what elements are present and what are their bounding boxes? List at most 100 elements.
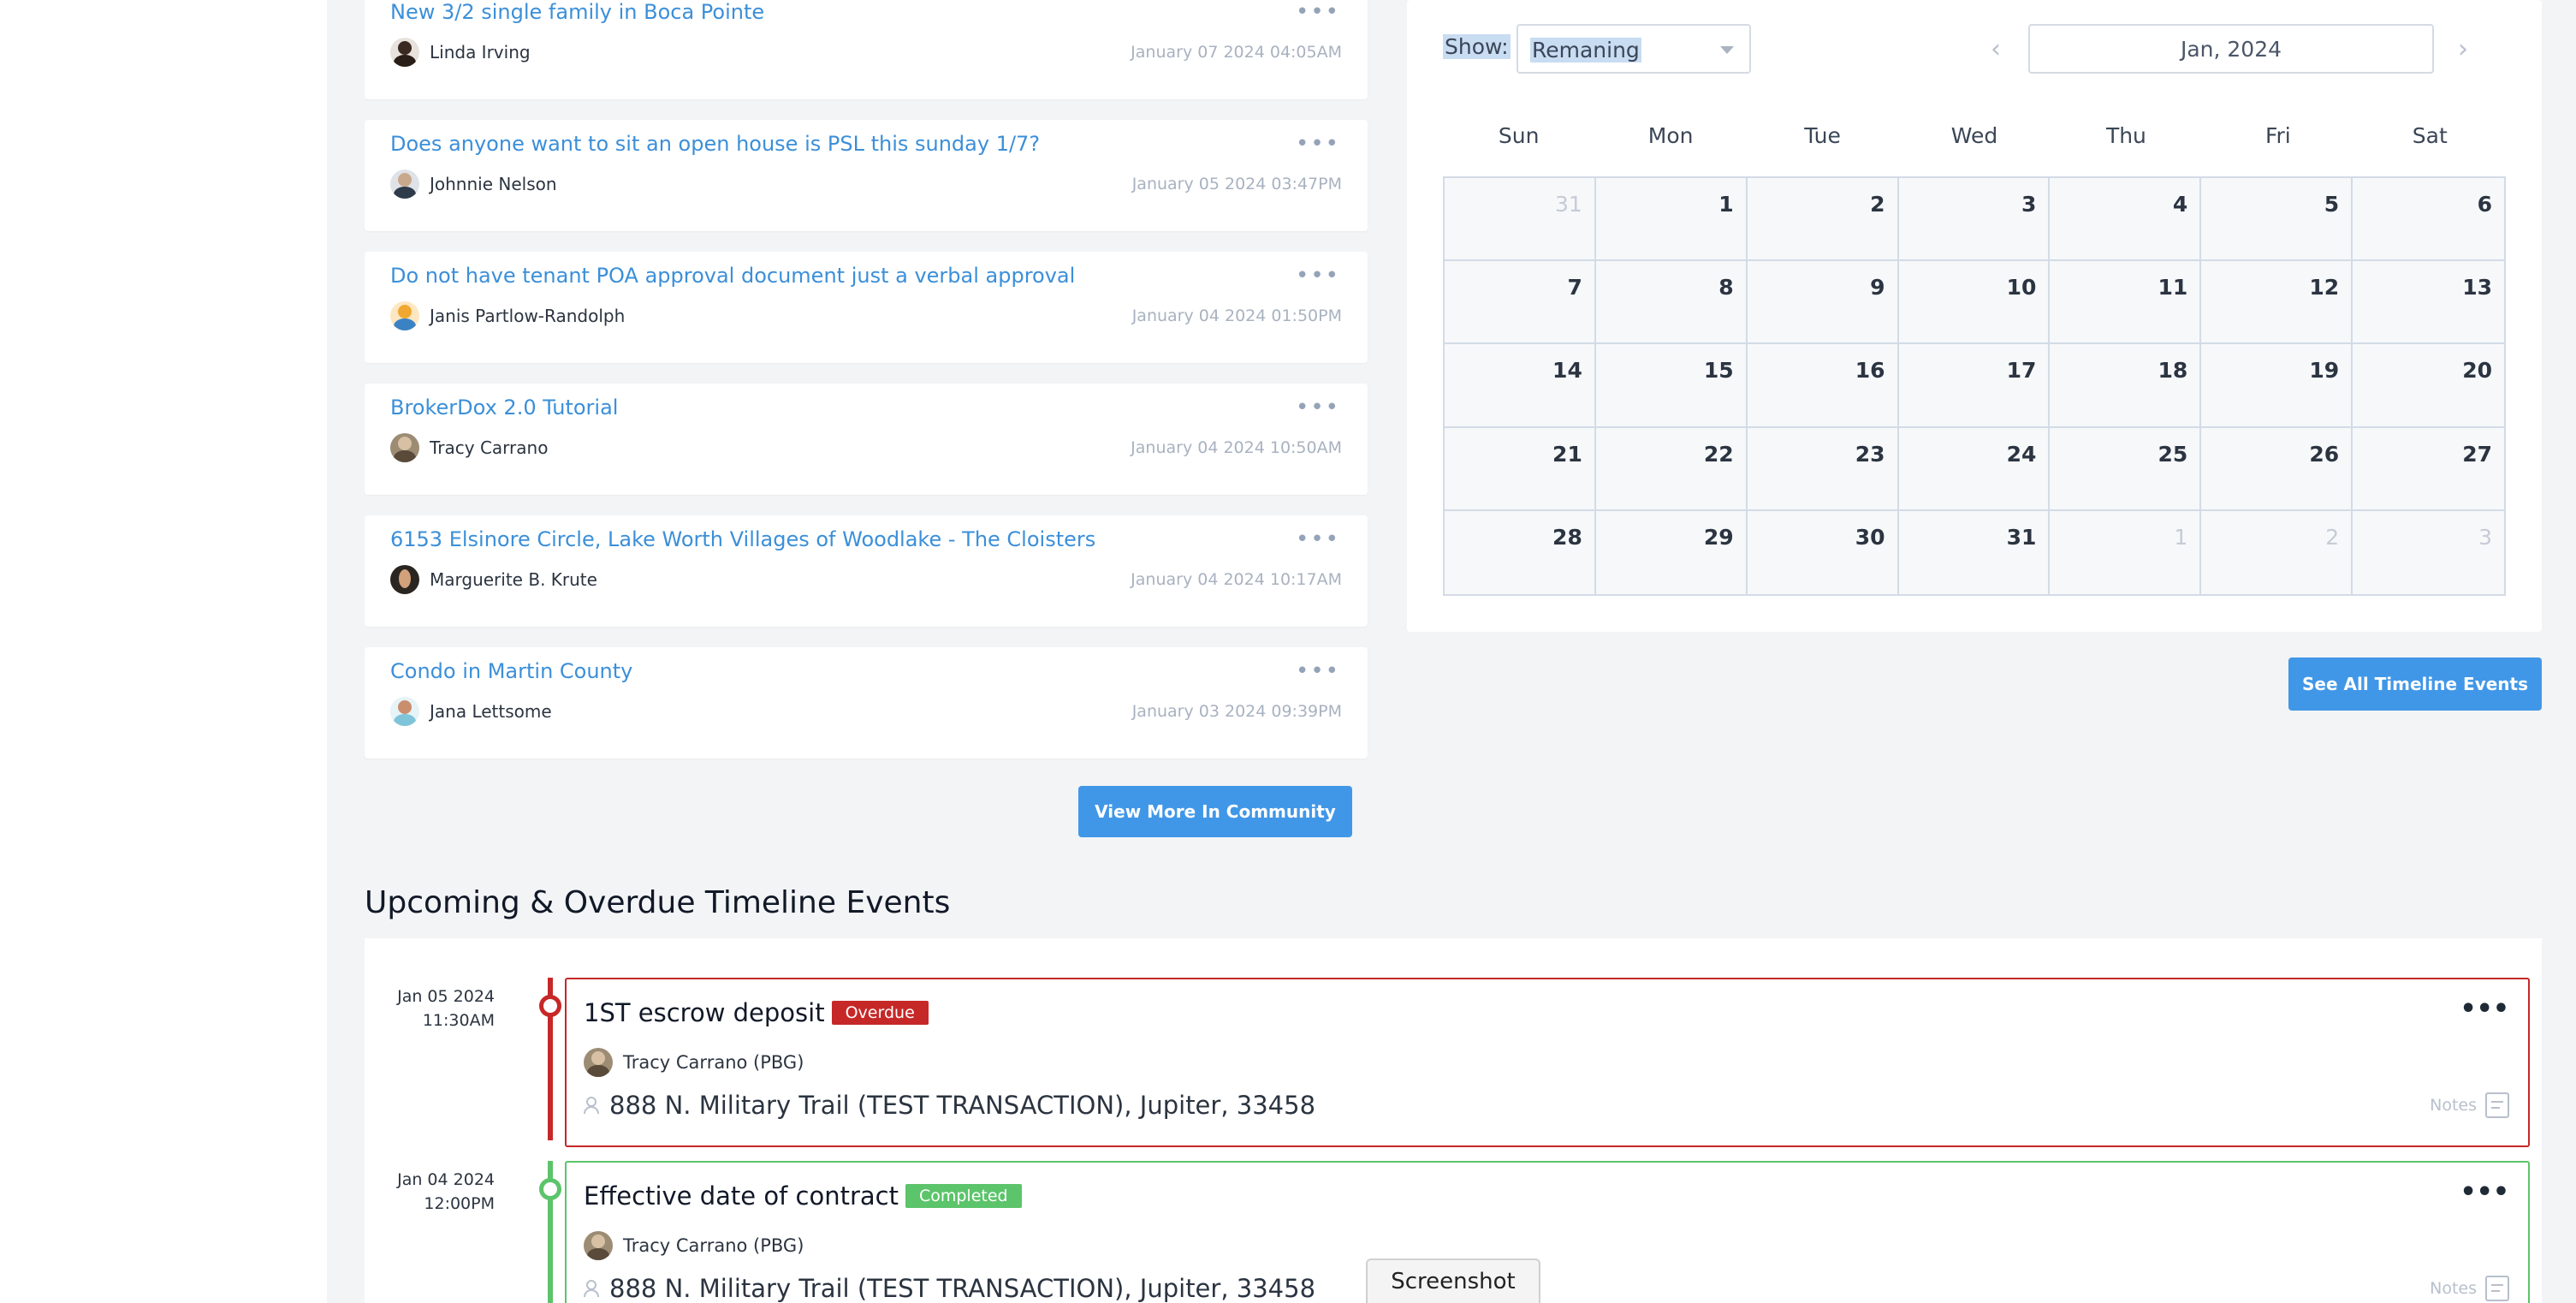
calendar-day-cell[interactable]: 2 — [2201, 510, 2353, 594]
notes-button[interactable]: Notes — [2430, 1276, 2509, 1301]
calendar-day-number: 27 — [2462, 441, 2492, 467]
calendar-day-cell[interactable]: 5 — [2201, 178, 2353, 262]
show-filter-select[interactable]: Remaning — [1517, 24, 1751, 74]
calendar-day-cell[interactable]: 7 — [1445, 261, 1596, 345]
calendar-day-cell[interactable]: 8 — [1595, 261, 1748, 345]
calendar-day-cell[interactable]: 1 — [2050, 510, 2202, 594]
see-all-timeline-events-button[interactable]: See All Timeline Events — [2288, 657, 2542, 711]
calendar-day-number: 31 — [2006, 524, 2037, 550]
status-badge: Overdue — [831, 1001, 929, 1025]
post-timestamp: January 04 2024 10:17AM — [1131, 570, 1342, 589]
post-title-link[interactable]: Condo in Martin County — [390, 659, 632, 683]
calendar-day-cell[interactable]: 31 — [1445, 178, 1596, 262]
post-timestamp: January 05 2024 03:47PM — [1131, 175, 1342, 193]
ellipsis-icon[interactable]: ••• — [1296, 660, 1340, 682]
post-title-link[interactable]: New 3/2 single family in Boca Pointe — [390, 0, 764, 24]
post-author: Marguerite B. Krute — [390, 565, 597, 594]
event-date: Jan 04 2024 12:00PM — [365, 1168, 495, 1216]
calendar-day-cell[interactable]: 17 — [1898, 344, 2051, 428]
calendar-day-cell[interactable]: 28 — [1445, 510, 1596, 594]
calendar-day-cell[interactable]: 15 — [1595, 344, 1748, 428]
ellipsis-icon[interactable]: ••• — [1296, 1, 1340, 23]
calendar-day-number: 21 — [1552, 441, 1582, 467]
post-title-link[interactable]: Do not have tenant POA approval document… — [390, 264, 1075, 288]
event-agent-name: Tracy Carrano (PBG) — [623, 1235, 804, 1256]
event-date: Jan 05 2024 11:30AM — [365, 985, 495, 1032]
community-post[interactable]: 6153 Elsinore Circle, Lake Worth Village… — [365, 515, 1368, 627]
calendar-day-cell[interactable]: 3 — [1898, 178, 2051, 262]
calendar-day-cell[interactable]: 30 — [1748, 510, 1899, 594]
calendar-day-cell[interactable]: 9 — [1747, 261, 1899, 345]
calendar-day-cell[interactable]: 21 — [1445, 427, 1596, 511]
calendar-day-cell[interactable]: 24 — [1898, 427, 2051, 511]
calendar-day-cell[interactable]: 31 — [1899, 510, 2051, 594]
screenshot-tab[interactable]: Screenshot — [1366, 1258, 1540, 1303]
community-post[interactable]: Condo in Martin County ••• Jana Lettsome… — [365, 647, 1368, 759]
calendar-day-cell[interactable]: 2 — [1747, 178, 1899, 262]
calendar-day-number: 10 — [2006, 275, 2037, 300]
calendar-day-cell[interactable]: 13 — [2353, 261, 2504, 345]
main-content: New 3/2 single family in Boca Pointe •••… — [327, 0, 2576, 1303]
calendar-day-cell[interactable]: 10 — [1898, 261, 2051, 345]
calendar-day-cell[interactable]: 14 — [1445, 344, 1596, 428]
event-title-text: 1ST escrow deposit — [584, 998, 825, 1027]
calendar-day-number: 26 — [2309, 441, 2340, 467]
calendar-day-cell[interactable]: 23 — [1747, 427, 1899, 511]
calendar-day-number: 8 — [1718, 275, 1734, 300]
calendar-day-number: 18 — [2158, 358, 2188, 384]
calendar-day-number: 14 — [1552, 358, 1582, 384]
timeline-dot-completed — [539, 1178, 561, 1200]
timeline-event-card[interactable]: 1ST escrow deposit Overdue ••• Tracy Car… — [565, 978, 2530, 1147]
calendar-day-cell[interactable]: 27 — [2353, 428, 2504, 511]
calendar-day-cell[interactable]: 19 — [2201, 344, 2353, 428]
post-title-link[interactable]: 6153 Elsinore Circle, Lake Worth Village… — [390, 527, 1095, 551]
calendar-day-cell[interactable]: 18 — [2050, 344, 2202, 428]
weekday-label: Mon — [1647, 123, 1694, 148]
calendar-grid: 31 1 2 3 4 5 6 7 8 9 10 11 12 13 14 15 16 17 18 19 20 21 22 23 2… — [1443, 176, 2506, 596]
post-title-link[interactable]: Does anyone want to sit an open house is… — [390, 132, 1040, 156]
calendar-month-field[interactable]: Jan, 2024 — [2028, 24, 2434, 74]
post-timestamp: January 04 2024 01:50PM — [1131, 306, 1342, 325]
timeline-event-card[interactable]: Effective date of contract Completed •••… — [565, 1161, 2530, 1303]
post-author-name: Johnnie Nelson — [430, 174, 557, 194]
calendar-day-number: 31 — [1555, 192, 1582, 217]
calendar-day-cell[interactable]: 25 — [2050, 427, 2202, 511]
chevron-right-icon[interactable]: › — [2439, 24, 2487, 74]
calendar-day-number: 29 — [1703, 524, 1734, 550]
ellipsis-icon[interactable]: ••• — [2460, 997, 2509, 1022]
calendar-day-cell[interactable]: 22 — [1595, 427, 1748, 511]
calendar-day-cell[interactable]: 1 — [1595, 178, 1748, 262]
community-post[interactable]: Do not have tenant POA approval document… — [365, 252, 1368, 363]
calendar-day-cell[interactable]: 6 — [2353, 178, 2504, 262]
calendar-day-cell[interactable]: 26 — [2201, 427, 2353, 511]
event-agent: Tracy Carrano (PBG) — [584, 1048, 804, 1077]
calendar-day-cell[interactable]: 20 — [2353, 344, 2504, 428]
ellipsis-icon[interactable]: ••• — [1296, 528, 1340, 550]
ellipsis-icon[interactable]: ••• — [1296, 265, 1340, 287]
avatar — [390, 301, 419, 330]
calendar-day-cell[interactable]: 29 — [1596, 510, 1748, 594]
calendar-day-cell[interactable]: 16 — [1747, 344, 1899, 428]
calendar-day-number: 1 — [2174, 524, 2188, 550]
event-address: 888 N. Military Trail (TEST TRANSACTION)… — [584, 1274, 1315, 1303]
calendar-day-cell[interactable]: 4 — [2050, 178, 2202, 262]
ellipsis-icon[interactable]: ••• — [1296, 396, 1340, 419]
notes-button[interactable]: Notes — [2430, 1092, 2509, 1118]
ellipsis-icon[interactable]: ••• — [1296, 133, 1340, 155]
calendar-day-cell[interactable]: 3 — [2353, 511, 2504, 594]
notes-icon — [2485, 1092, 2509, 1118]
calendar-day-number: 2 — [1870, 192, 1885, 217]
post-title-link[interactable]: BrokerDox 2.0 Tutorial — [390, 396, 618, 419]
community-post[interactable]: New 3/2 single family in Boca Pointe •••… — [365, 0, 1368, 99]
event-agent-name: Tracy Carrano (PBG) — [623, 1052, 804, 1073]
ellipsis-icon[interactable]: ••• — [2460, 1180, 2509, 1205]
calendar-day-cell[interactable]: 11 — [2050, 261, 2202, 345]
event-date-time: 12:00PM — [424, 1194, 495, 1213]
left-sidebar-area — [0, 0, 327, 1303]
chevron-left-icon[interactable]: ‹ — [1972, 24, 2020, 74]
calendar-day-cell[interactable]: 12 — [2201, 261, 2353, 345]
community-post[interactable]: BrokerDox 2.0 Tutorial ••• Tracy Carrano… — [365, 384, 1368, 495]
community-post[interactable]: Does anyone want to sit an open house is… — [365, 120, 1368, 231]
calendar-day-number: 20 — [2462, 358, 2492, 384]
view-more-community-button[interactable]: View More In Community — [1078, 786, 1352, 837]
